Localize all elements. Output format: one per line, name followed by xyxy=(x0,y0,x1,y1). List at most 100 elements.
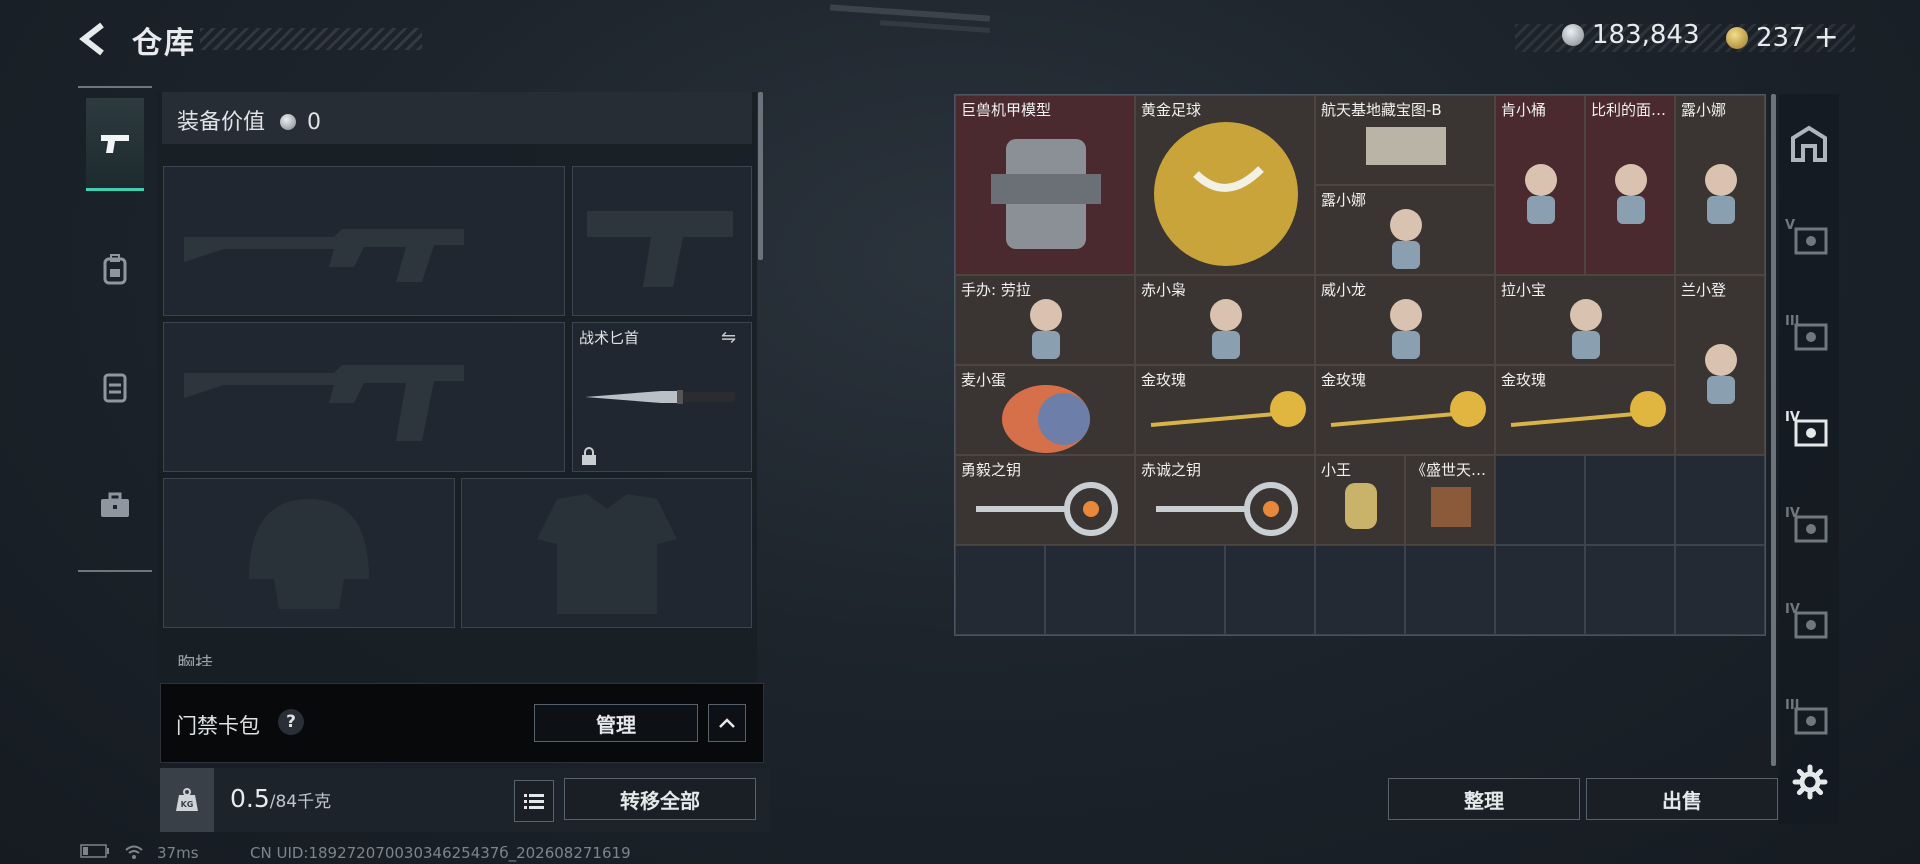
stash-item[interactable]: 赤小枭 xyxy=(1135,275,1315,365)
stash-item-name: 小王 xyxy=(1321,461,1352,479)
weight-readout: 0.5/84千克 xyxy=(230,784,331,813)
backpack-icon xyxy=(103,254,127,285)
manage-button[interactable]: 管理 xyxy=(534,704,698,742)
stash-item[interactable]: 比利的面… xyxy=(1585,95,1675,275)
gold-amount: 237 xyxy=(1756,22,1806,53)
transfer-all-button[interactable]: 转移全部 xyxy=(564,778,756,820)
gold-currency[interactable]: 237 + xyxy=(1726,20,1839,55)
equipment-scrollbar[interactable] xyxy=(758,92,763,260)
stash-item-name: 拉小宝 xyxy=(1501,281,1547,299)
chest-rig-label: 胸挂 xyxy=(177,654,213,666)
stash-cell xyxy=(1675,455,1765,545)
stash-item-name: 手办: 劳拉 xyxy=(961,281,1031,299)
title-decoration xyxy=(200,28,422,50)
stash-item[interactable]: 金玫瑰 xyxy=(1315,365,1495,455)
secondary-weapon-slot[interactable] xyxy=(163,322,565,472)
rifle-silhouette-icon xyxy=(184,365,464,441)
tab-stash-page[interactable]: IV xyxy=(1781,500,1837,556)
svg-text:KG: KG xyxy=(181,800,194,809)
stash-grid: 巨兽机甲模型 黄金足球 航天基地藏宝图-B 露小娜 肯小桶 比利的面… 露小娜 手办: 劳拉赤… xyxy=(954,94,1766,636)
gold-coin-icon xyxy=(1726,26,1748,49)
stash-page-label: IV xyxy=(1785,602,1800,617)
stash-cell xyxy=(1675,545,1765,635)
sidearm-slot[interactable] xyxy=(572,166,752,316)
stash-cell xyxy=(1495,545,1585,635)
silver-coin-icon xyxy=(1562,24,1584,46)
stash-item[interactable]: 兰小登 xyxy=(1675,275,1765,455)
help-button[interactable]: ? xyxy=(278,709,304,735)
stash-item-name: 《盛世天… xyxy=(1411,461,1487,479)
stash-item[interactable]: 拉小宝 xyxy=(1495,275,1675,365)
tab-stash-page[interactable]: III xyxy=(1781,308,1837,364)
ball-icon xyxy=(1154,122,1298,266)
stash-cell xyxy=(1315,545,1405,635)
equipment-value-amount: 0 xyxy=(307,110,322,135)
stash-item[interactable]: 《盛世天… xyxy=(1405,455,1495,545)
stash-item[interactable]: 威小龙 xyxy=(1315,275,1495,365)
chest-rig-section[interactable]: 胸挂 xyxy=(163,646,750,666)
sort-button[interactable]: 整理 xyxy=(1388,778,1580,820)
stash-page-label: IV xyxy=(1785,506,1800,521)
stash-scrollbar[interactable] xyxy=(1771,94,1776,766)
list-view-button[interactable] xyxy=(514,780,554,822)
stash-item[interactable]: 露小娜 xyxy=(1675,95,1765,275)
tab-stash-page[interactable]: V xyxy=(1781,212,1837,268)
stash-item[interactable]: 露小娜 xyxy=(1315,185,1495,275)
tab-chest-rig[interactable] xyxy=(86,342,144,432)
doll-icon xyxy=(1615,164,1647,224)
swap-icon[interactable]: ⇋ xyxy=(721,327,736,348)
back-icon[interactable] xyxy=(78,22,112,56)
stash-item-name: 兰小登 xyxy=(1681,281,1727,299)
collapse-button[interactable] xyxy=(708,704,746,742)
wifi-icon xyxy=(124,844,144,864)
stash-cell xyxy=(1585,545,1675,635)
silver-amount: 183,843 xyxy=(1592,20,1700,50)
stash-item[interactable]: 巨兽机甲模型 xyxy=(955,95,1135,275)
tactical-knife-icon xyxy=(585,390,735,404)
settings-gear-icon[interactable] xyxy=(1792,764,1828,800)
armor-silhouette-icon xyxy=(537,494,677,614)
card-bag-label: 门禁卡包 xyxy=(176,714,260,738)
ping-readout: 37ms xyxy=(157,844,199,862)
weight-kg-icon: KG xyxy=(160,768,214,832)
stash-item[interactable]: 勇毅之钥 xyxy=(955,455,1135,545)
sell-button[interactable]: 出售 xyxy=(1586,778,1778,820)
tab-stash-page[interactable]: IV xyxy=(1781,404,1837,460)
tab-stash-page[interactable]: IV xyxy=(1781,596,1837,652)
helmet-silhouette-icon xyxy=(249,499,369,609)
stash-page-label: III xyxy=(1785,698,1800,713)
tab-backpack[interactable] xyxy=(86,224,144,314)
add-gold-button[interactable]: + xyxy=(1814,20,1839,55)
stash-item-name: 勇毅之钥 xyxy=(961,461,1022,479)
stash-item[interactable]: 黄金足球 xyxy=(1135,95,1315,275)
stash-item[interactable]: 航天基地藏宝图-B xyxy=(1315,95,1495,185)
stash-item-name: 金玫瑰 xyxy=(1501,371,1547,389)
stash-item-name: 露小娜 xyxy=(1321,191,1367,209)
home-icon xyxy=(1791,125,1827,162)
stash-item[interactable]: 金玫瑰 xyxy=(1135,365,1315,455)
stash-item[interactable]: 肯小桶 xyxy=(1495,95,1585,275)
stash-cell xyxy=(1225,545,1315,635)
stash-item[interactable]: 金玫瑰 xyxy=(1495,365,1675,455)
battery-icon xyxy=(80,844,110,862)
tab-weapons[interactable] xyxy=(86,98,144,191)
tab-stash-page[interactable]: III xyxy=(1781,692,1837,748)
stash-page-label: III xyxy=(1785,314,1800,329)
armor-slot[interactable] xyxy=(461,478,752,628)
stash-item[interactable]: 小王 xyxy=(1315,455,1405,545)
stash-item-name: 巨兽机甲模型 xyxy=(961,101,1052,119)
rifle-silhouette-icon xyxy=(184,229,464,282)
stash-item[interactable]: 麦小蛋 xyxy=(955,365,1135,455)
stash-item[interactable]: 手办: 劳拉 xyxy=(955,275,1135,365)
pistol-silhouette-icon xyxy=(587,211,733,287)
tab-case[interactable] xyxy=(86,460,144,550)
stash-item[interactable]: 赤诚之钥 xyxy=(1135,455,1315,545)
primary-weapon-slot[interactable] xyxy=(163,166,565,316)
helmet-slot[interactable] xyxy=(163,478,455,628)
stash-cell xyxy=(1045,545,1135,635)
stash-item-name: 金玫瑰 xyxy=(1321,371,1367,389)
tab-stash-home[interactable] xyxy=(1781,116,1837,172)
melee-slot[interactable]: 战术匕首 ⇋ xyxy=(572,322,752,472)
weight-current: 0.5 xyxy=(230,784,270,813)
lock-icon xyxy=(582,447,596,465)
